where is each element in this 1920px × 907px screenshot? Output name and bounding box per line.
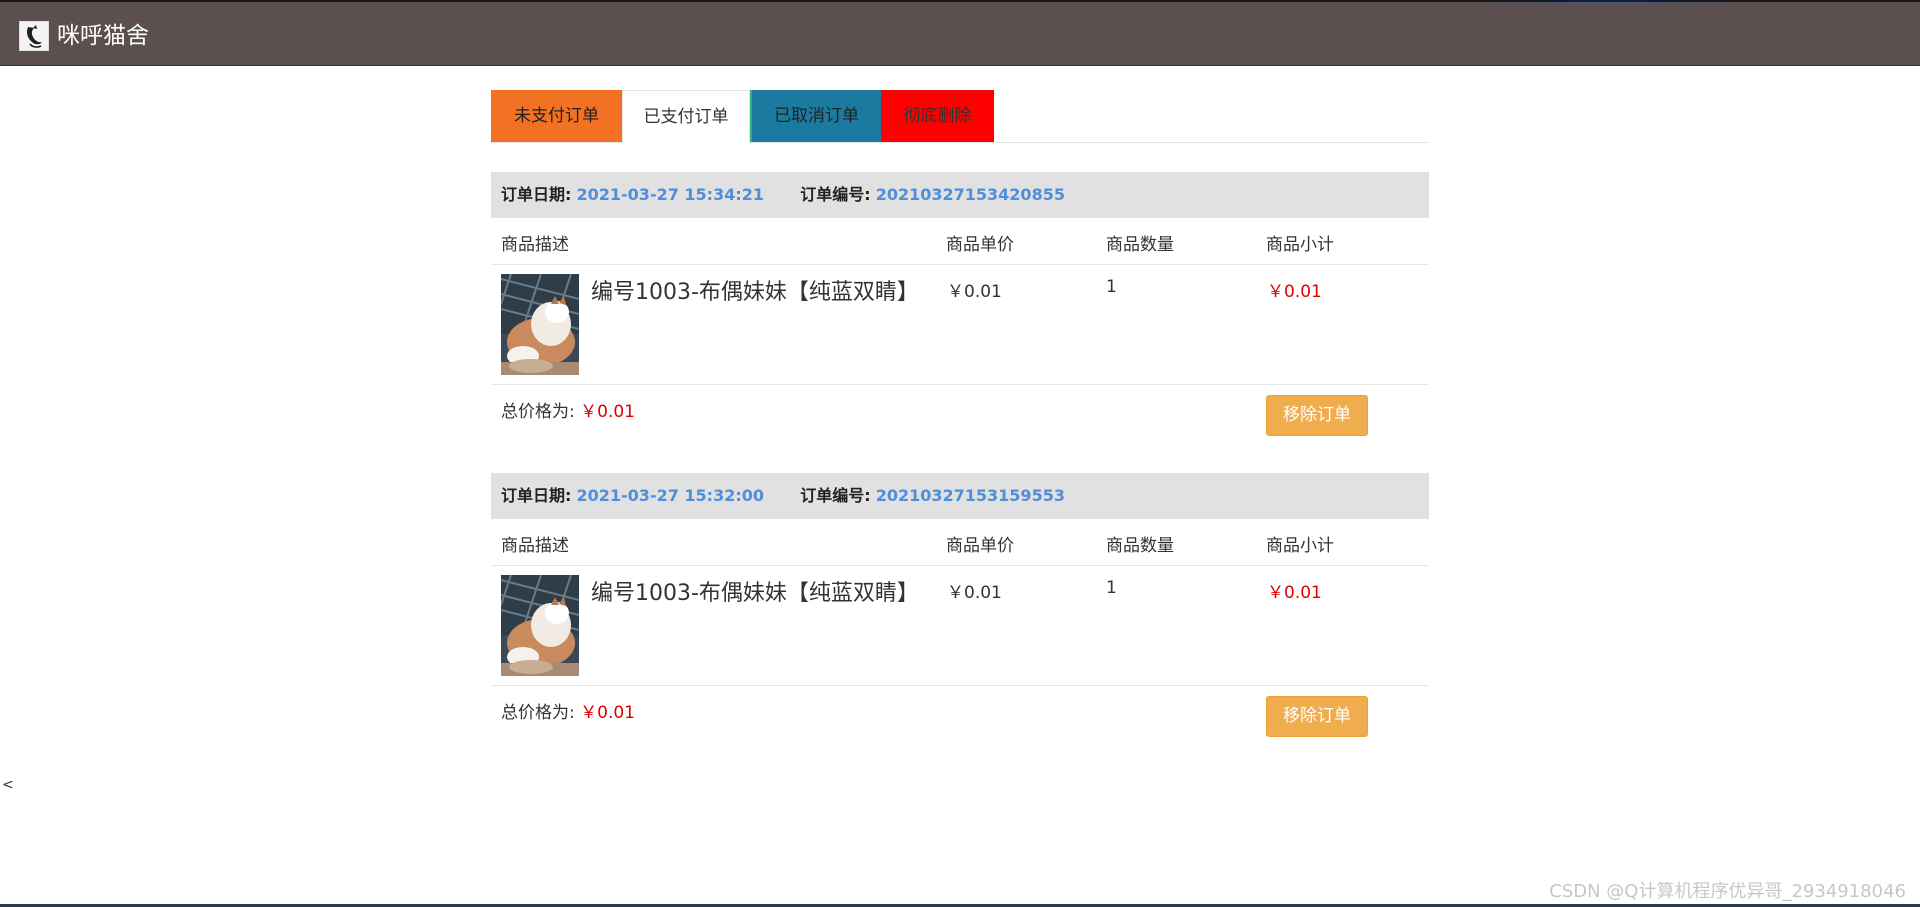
cat-photo[interactable] <box>501 274 579 375</box>
order-item-row: 编号1003-布偶妹妹【纯蓝双睛】 ￥0.01 1 ￥0.01 <box>491 566 1429 686</box>
order-date-label: 订单日期: <box>501 185 572 204</box>
order-footer: 总价格为: ￥0.01 移除订单 <box>491 385 1429 455</box>
product-name[interactable]: 编号1003-布偶妹妹【纯蓝双睛】 <box>591 575 919 607</box>
order-number-label: 订单编号: <box>800 486 871 505</box>
tab-permanently-deleted[interactable]: 彻底删除 <box>881 90 994 142</box>
header-accent-line <box>1480 2 1740 3</box>
remove-order-button[interactable]: 移除订单 <box>1266 696 1368 737</box>
column-desc: 商品描述 <box>501 235 569 255</box>
unit-price: ￥0.01 <box>947 583 1002 603</box>
order-date-label: 订单日期: <box>501 486 572 505</box>
order-header: 订单日期: 2021-03-27 15:34:21 订单编号: 20210327… <box>491 172 1429 218</box>
quantity: 1 <box>1106 578 1117 598</box>
product-name[interactable]: 编号1003-布偶妹妹【纯蓝双睛】 <box>591 274 919 306</box>
order-column-headers: 商品描述 商品单价 商品数量 商品小计 <box>491 519 1429 566</box>
back-arrow-icon[interactable]: < <box>2 777 14 793</box>
order-footer: 总价格为: ￥0.01 移除订单 <box>491 686 1429 756</box>
order-number-label: 订单编号: <box>800 185 871 204</box>
tab-paid-orders[interactable]: 已支付订单 <box>622 90 750 143</box>
total-price-value: ￥0.01 <box>580 402 635 422</box>
order-card: 订单日期: 2021-03-27 15:34:21 订单编号: 20210327… <box>491 172 1429 455</box>
column-unit-price: 商品单价 <box>946 536 1014 556</box>
tab-cancelled-orders[interactable]: 已取消订单 <box>750 90 881 142</box>
cat-logo-icon[interactable] <box>19 21 49 51</box>
cat-photo[interactable] <box>501 575 579 676</box>
top-header: 咪呼猫舍 <box>0 0 1920 66</box>
total-price-value: ￥0.01 <box>580 703 635 723</box>
watermark-text: CSDN @Q计算机程序优异哥_2934918046 <box>1549 881 1906 902</box>
quantity: 1 <box>1106 277 1117 297</box>
column-subtotal: 商品小计 <box>1266 235 1334 255</box>
remove-order-button[interactable]: 移除订单 <box>1266 395 1368 436</box>
order-status-tabs: 未支付订单 已支付订单 已取消订单 彻底删除 <box>491 90 1429 143</box>
unit-price: ￥0.01 <box>947 282 1002 302</box>
column-subtotal: 商品小计 <box>1266 536 1334 556</box>
order-header: 订单日期: 2021-03-27 15:32:00 订单编号: 20210327… <box>491 473 1429 519</box>
order-card: 订单日期: 2021-03-27 15:32:00 订单编号: 20210327… <box>491 473 1429 756</box>
column-desc: 商品描述 <box>501 536 569 556</box>
column-quantity: 商品数量 <box>1106 235 1174 255</box>
order-item-row: 编号1003-布偶妹妹【纯蓝双睛】 ￥0.01 1 ￥0.01 <box>491 265 1429 385</box>
total-price: 总价格为: ￥0.01 <box>501 698 635 723</box>
subtotal: ￥0.01 <box>1267 583 1322 603</box>
order-date-value: 2021-03-27 15:34:21 <box>576 185 765 204</box>
tab-unpaid-orders[interactable]: 未支付订单 <box>491 90 622 142</box>
column-unit-price: 商品单价 <box>946 235 1014 255</box>
order-number-value: 20210327153420855 <box>875 185 1065 204</box>
total-price-label: 总价格为: <box>501 402 575 422</box>
column-quantity: 商品数量 <box>1106 536 1174 556</box>
order-number-value: 20210327153159553 <box>875 486 1065 505</box>
order-column-headers: 商品描述 商品单价 商品数量 商品小计 <box>491 218 1429 265</box>
total-price: 总价格为: ￥0.01 <box>501 397 635 422</box>
subtotal: ￥0.01 <box>1267 282 1322 302</box>
app-title[interactable]: 咪呼猫舍 <box>57 21 149 51</box>
order-date-value: 2021-03-27 15:32:00 <box>576 486 765 505</box>
total-price-label: 总价格为: <box>501 703 575 723</box>
